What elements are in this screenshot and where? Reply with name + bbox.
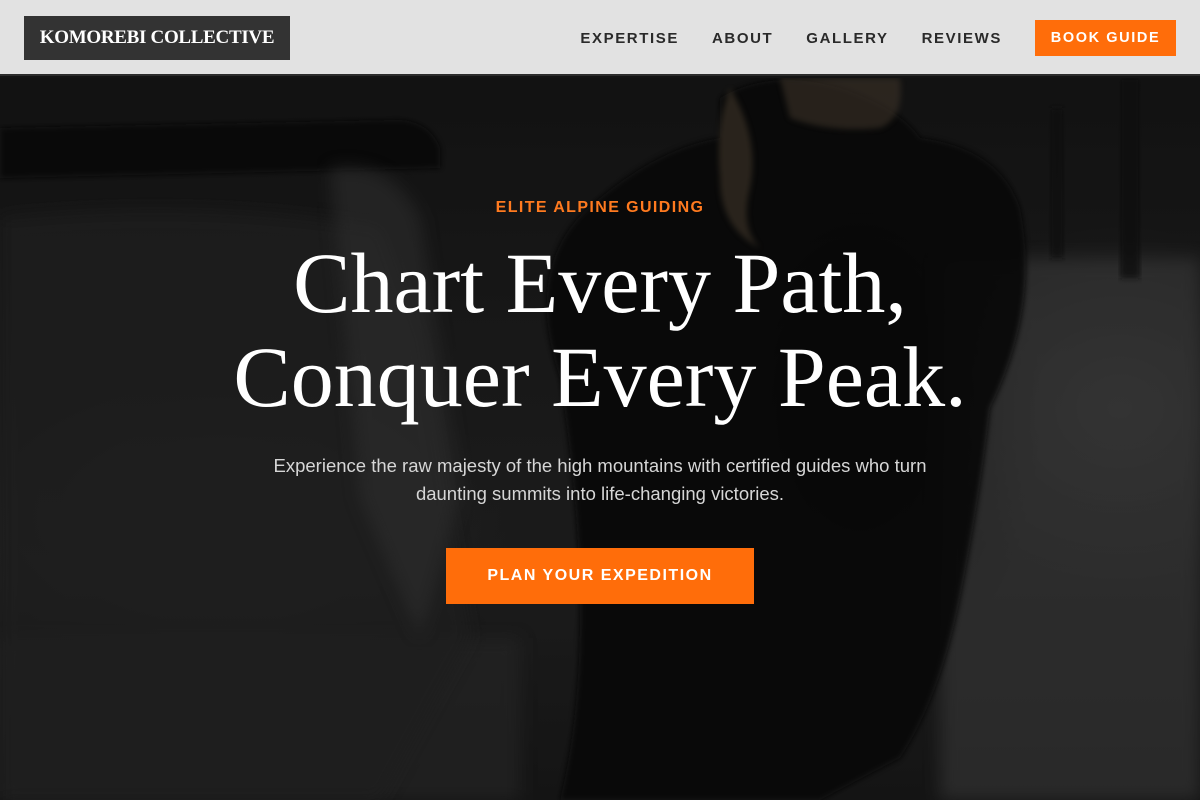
site-logo[interactable]: KOMOREBI COLLECTIVE xyxy=(24,16,290,60)
hero-subtext: Experience the raw majesty of the high m… xyxy=(273,455,927,504)
hero-headline: Chart Every Path, Conquer Every Peak. xyxy=(0,236,1200,424)
nav-link-reviews[interactable]: REVIEWS xyxy=(922,30,1002,47)
hero-eyebrow: ELITE ALPINE GUIDING xyxy=(495,199,705,216)
plan-expedition-button[interactable]: PLAN YOUR EXPEDITION xyxy=(446,548,754,604)
nav-link-gallery[interactable]: GALLERY xyxy=(806,30,888,47)
nav-link-about[interactable]: ABOUT xyxy=(712,30,773,47)
hero-dark-overlay xyxy=(0,78,1200,800)
hero-background-image xyxy=(0,78,1200,800)
hero-headline-line-1: Chart Every Path, xyxy=(293,235,907,331)
site-header: KOMOREBI COLLECTIVE EXPERTISE ABOUT GALL… xyxy=(0,0,1200,76)
book-guide-button[interactable]: BOOK GUIDE xyxy=(1035,20,1176,56)
hero-section: ELITE ALPINE GUIDING Chart Every Path, C… xyxy=(0,78,1200,800)
main-nav: EXPERTISE ABOUT GALLERY REVIEWS xyxy=(580,0,1002,76)
hero-headline-line-2: Conquer Every Peak. xyxy=(233,329,967,425)
nav-link-expertise[interactable]: EXPERTISE xyxy=(580,30,679,47)
